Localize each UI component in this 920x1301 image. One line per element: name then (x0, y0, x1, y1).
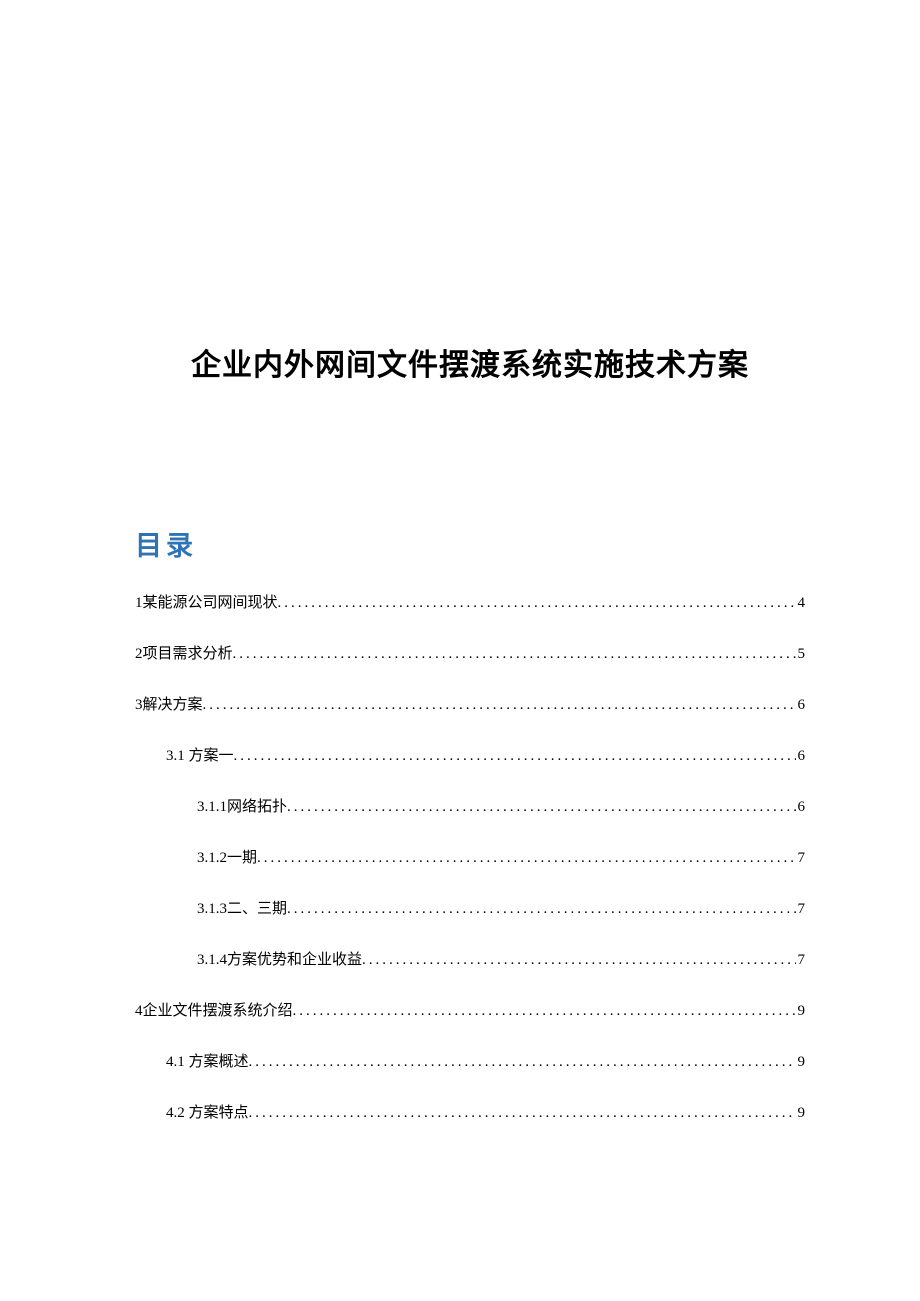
toc-item-page: 6 (796, 697, 806, 714)
document-title: 企业内外网间文件摆渡系统实施技术方案 (135, 340, 805, 384)
toc-item-label: 3.1 方案一 (166, 744, 234, 765)
toc-item-label: 4企业文件摆渡系统介绍 (135, 999, 293, 1020)
toc-item[interactable]: 4.2 方案特点 9 (135, 1101, 805, 1122)
toc-item[interactable]: 3.1.2一期 7 (135, 846, 805, 867)
toc-item-label: 1某能源公司网间现状 (135, 591, 278, 612)
document-page: 企业内外网间文件摆渡系统实施技术方案 目录 1某能源公司网间现状 4 2项目需求分析… (0, 0, 920, 1122)
toc-item[interactable]: 4.1 方案概述 9 (135, 1050, 805, 1071)
toc-item-label: 3.1.3二、三期 (197, 897, 287, 918)
toc-item[interactable]: 3.1 方案一 6 (135, 744, 805, 765)
toc-item-label: 3解决方案 (135, 693, 203, 714)
toc-item-page: 4 (796, 595, 806, 612)
toc-item-page: 7 (796, 901, 806, 918)
toc-leader-dots (278, 595, 796, 612)
toc-list: 1某能源公司网间现状42项目需求分析53解决方案63.1 方案一63.1.1网络… (135, 591, 805, 1122)
toc-item-label: 2项目需求分析 (135, 642, 233, 663)
toc-item[interactable]: 3.1.4方案优势和企业收益 7 (135, 948, 805, 969)
toc-item[interactable]: 3解决方案 6 (135, 693, 805, 714)
toc-item-label: 4.2 方案特点 (166, 1101, 249, 1122)
toc-heading: 目录 (135, 524, 805, 563)
toc-item-page: 6 (796, 799, 806, 816)
toc-leader-dots (287, 901, 795, 918)
toc-item-page: 9 (796, 1003, 806, 1020)
toc-leader-dots (203, 697, 796, 714)
toc-item[interactable]: 2项目需求分析 5 (135, 642, 805, 663)
toc-item[interactable]: 3.1.1网络拓扑 6 (135, 795, 805, 816)
toc-item[interactable]: 1某能源公司网间现状 4 (135, 591, 805, 612)
toc-item-page: 7 (796, 952, 806, 969)
toc-item-label: 3.1.1网络拓扑 (197, 795, 287, 816)
toc-leader-dots (257, 850, 795, 867)
toc-leader-dots (362, 952, 795, 969)
toc-item-page: 9 (796, 1054, 806, 1071)
toc-leader-dots (287, 799, 795, 816)
toc-item-page: 7 (796, 850, 806, 867)
toc-leader-dots (249, 1054, 796, 1071)
toc-item[interactable]: 3.1.3二、三期 7 (135, 897, 805, 918)
toc-leader-dots (293, 1003, 796, 1020)
toc-item[interactable]: 4企业文件摆渡系统介绍 9 (135, 999, 805, 1020)
toc-item-label: 3.1.4方案优势和企业收益 (197, 948, 362, 969)
toc-leader-dots (249, 1105, 796, 1122)
toc-item-page: 5 (796, 646, 806, 663)
toc-leader-dots (234, 748, 796, 765)
toc-item-label: 3.1.2一期 (197, 846, 257, 867)
toc-item-page: 6 (796, 748, 806, 765)
toc-item-page: 9 (796, 1105, 806, 1122)
toc-leader-dots (233, 646, 796, 663)
toc-item-label: 4.1 方案概述 (166, 1050, 249, 1071)
